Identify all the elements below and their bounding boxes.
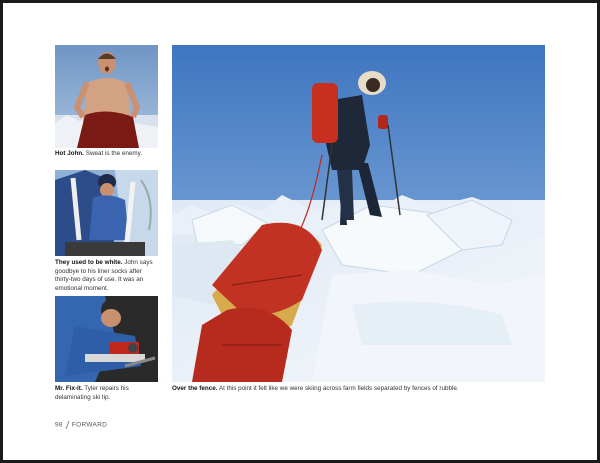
photo-over-the-fence — [172, 45, 545, 382]
caption-white-socks: They used to be white. John says goodbye… — [55, 259, 153, 292]
section-name: FORWARD — [71, 421, 108, 429]
photo-white-socks — [55, 170, 158, 256]
caption-hot-john: Hot John. Sweat is the enemy. — [55, 150, 143, 157]
photo-mr-fix-it — [55, 296, 158, 382]
page-footer: 98 FORWARD — [55, 421, 107, 429]
footer-separator — [65, 421, 70, 429]
book-page: Hot John. Sweat is the enemy. They used … — [3, 3, 597, 460]
photo-hot-john — [55, 45, 158, 148]
caption-mr-fix-it: Mr. Fix-it. Tyler repairs his delaminati… — [55, 385, 129, 401]
caption-over-the-fence: Over the fence. At this point it felt li… — [172, 385, 459, 392]
page-number: 98 — [55, 421, 63, 429]
